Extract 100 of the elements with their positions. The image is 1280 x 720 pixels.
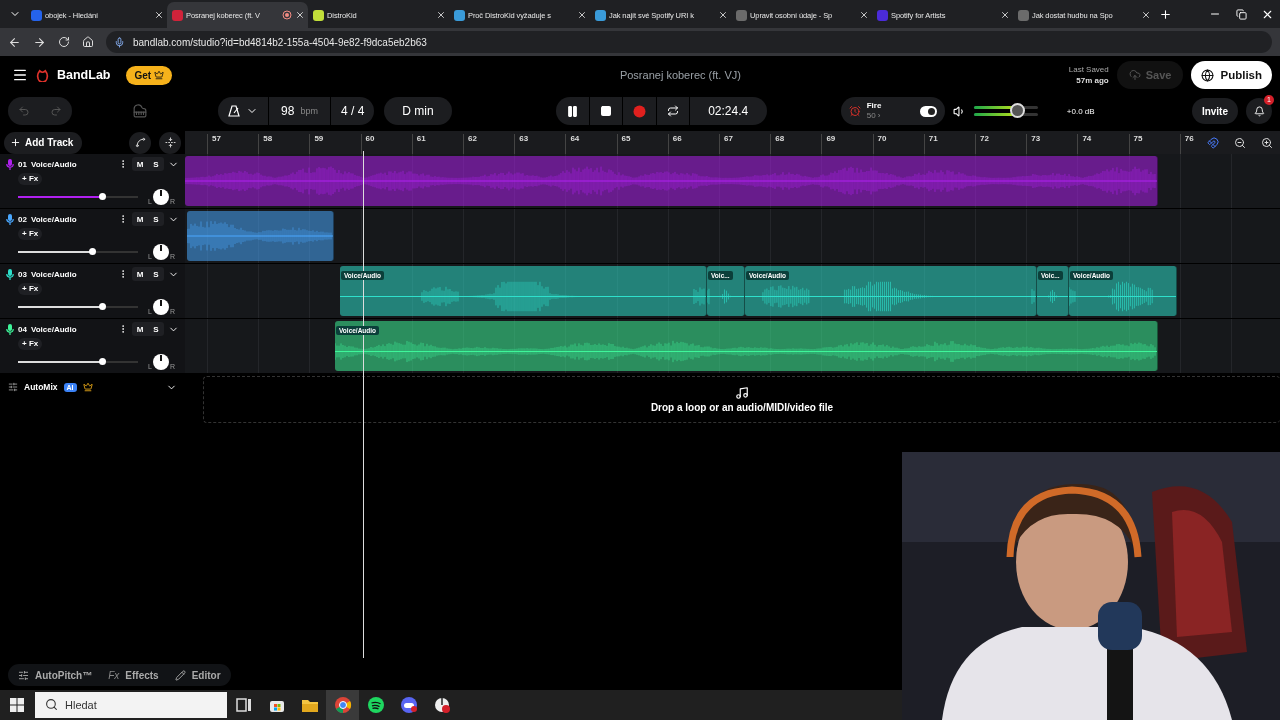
automix-label[interactable]: AutoMix (24, 382, 58, 392)
close-icon[interactable] (1000, 10, 1010, 20)
preset-panel[interactable]: Fire 50 › (840, 97, 945, 125)
automation-button[interactable] (129, 131, 151, 154)
mute-button[interactable]: M (132, 267, 148, 281)
brand-name: BandLab (57, 68, 111, 82)
tab-icon (1018, 9, 1029, 21)
fx-button[interactable]: + Fx (18, 283, 43, 295)
close-icon[interactable] (859, 10, 869, 20)
tab-icon (736, 9, 747, 21)
windows-icon[interactable] (9, 698, 24, 712)
close-icon[interactable] (1141, 10, 1151, 20)
preset-value: 50 › (866, 111, 882, 121)
tool-button[interactable]: Editor (174, 669, 221, 681)
track-name[interactable]: Voice/Audio (30, 269, 114, 279)
volume-slider[interactable] (18, 361, 138, 364)
preset-toggle[interactable] (919, 105, 937, 117)
close-icon[interactable] (718, 10, 728, 20)
fold-button[interactable] (159, 131, 181, 154)
pan-knob[interactable] (152, 189, 169, 206)
pan-knob[interactable] (152, 299, 169, 316)
music-app-icon[interactable] (366, 696, 385, 714)
tab-icon (31, 9, 42, 21)
volume-slider[interactable] (18, 306, 138, 309)
slider-thumb[interactable] (99, 303, 106, 311)
invite-button[interactable]: Invite (1191, 98, 1238, 124)
reload-icon[interactable] (58, 36, 70, 48)
track-name[interactable]: Voice/Audio (30, 214, 114, 224)
volume-thumb[interactable] (1009, 103, 1025, 118)
menu-icon[interactable] (12, 67, 28, 83)
restore-icon (1235, 8, 1247, 20)
search-field[interactable]: Hledat (35, 692, 227, 718)
slider-thumb[interactable] (99, 193, 106, 201)
mic-icon (114, 36, 125, 48)
last-saved-time: 57m ago (1076, 75, 1109, 86)
key-button[interactable]: D min (384, 97, 452, 125)
track-number: 04 (18, 324, 27, 334)
fx-button[interactable]: + Fx (18, 228, 43, 240)
add-track-button[interactable]: Add Track (4, 131, 83, 154)
track-number: 03 (18, 269, 27, 279)
tempo-value[interactable]: 98 (281, 104, 295, 118)
solo-button[interactable]: S (148, 322, 164, 336)
back-icon[interactable] (8, 35, 21, 49)
pause-icon[interactable] (565, 104, 579, 118)
record-icon[interactable] (632, 104, 646, 118)
tool-button[interactable]: Fx Effects (108, 669, 159, 681)
fx-button[interactable]: + Fx (18, 338, 43, 350)
volume-slider[interactable] (18, 196, 138, 199)
address-field[interactable]: bandlab.com/studio?id=bd4814b2-155a-4504-9e82-f9dca5eb2b63 (106, 31, 1272, 53)
curve-icon (134, 137, 146, 148)
timeline-ruler[interactable]: 57 58 59 60 61 62 63 64 65 66 67 68 69 70 71 72 73 74 75 76 (185, 131, 1200, 154)
solo-button[interactable]: S (148, 157, 164, 171)
mute-button[interactable]: M (132, 322, 148, 336)
fx-button[interactable]: + Fx (18, 173, 43, 185)
master-volume-slider[interactable] (973, 106, 1038, 116)
publish-button[interactable]: Publish (1191, 61, 1272, 89)
music-note-icon (735, 386, 749, 400)
crown-icon (154, 70, 165, 80)
time-signature[interactable]: 4 / 4 (341, 104, 365, 118)
slider-thumb[interactable] (89, 248, 97, 256)
undo-icon (18, 105, 30, 117)
pan-knob[interactable] (152, 354, 169, 371)
alarm-icon (848, 105, 861, 117)
pan-knob[interactable] (152, 244, 169, 261)
tab-icon (313, 9, 324, 21)
close-icon[interactable] (154, 10, 164, 20)
browser-icon[interactable] (333, 696, 352, 714)
loop-icon[interactable] (666, 105, 679, 117)
playback-time: 02:24.4 (708, 104, 749, 118)
solo-button[interactable]: S (148, 212, 164, 226)
home-icon[interactable] (82, 36, 94, 48)
master-level-reading: +0.0 dB (1065, 106, 1096, 116)
pencil-icon (174, 669, 186, 681)
zoom-out-icon[interactable] (1234, 136, 1246, 149)
volume-slider[interactable] (18, 251, 138, 254)
close-icon[interactable] (295, 10, 305, 20)
mute-button[interactable]: M (132, 157, 148, 171)
get-button[interactable]: Get (126, 65, 173, 85)
zoom-in-icon[interactable] (1260, 136, 1273, 149)
game-controller-icon[interactable] (399, 696, 418, 714)
logo-icon (36, 68, 49, 82)
track-name[interactable]: Voice/Audio (30, 324, 114, 334)
slider-thumb[interactable] (99, 358, 106, 366)
tab-icon (454, 9, 465, 21)
tab-icon (595, 9, 606, 21)
fold-icon (164, 137, 176, 148)
metronome-icon (228, 105, 240, 117)
track-number: 01 (18, 159, 27, 169)
mute-button[interactable]: M (132, 212, 148, 226)
task-view-icon[interactable] (234, 696, 253, 714)
close-icon[interactable] (436, 10, 446, 20)
volume-icon (952, 104, 966, 118)
tool-button[interactable]: AutoPitch™ (18, 669, 93, 681)
magnet-icon[interactable] (1207, 136, 1220, 149)
solo-button[interactable]: S (148, 267, 164, 281)
track-name[interactable]: Voice/Audio (30, 159, 114, 169)
gauge-icon[interactable] (432, 696, 451, 714)
close-icon[interactable] (577, 10, 587, 20)
stop-icon[interactable] (599, 105, 612, 117)
forward-icon[interactable] (33, 35, 46, 49)
